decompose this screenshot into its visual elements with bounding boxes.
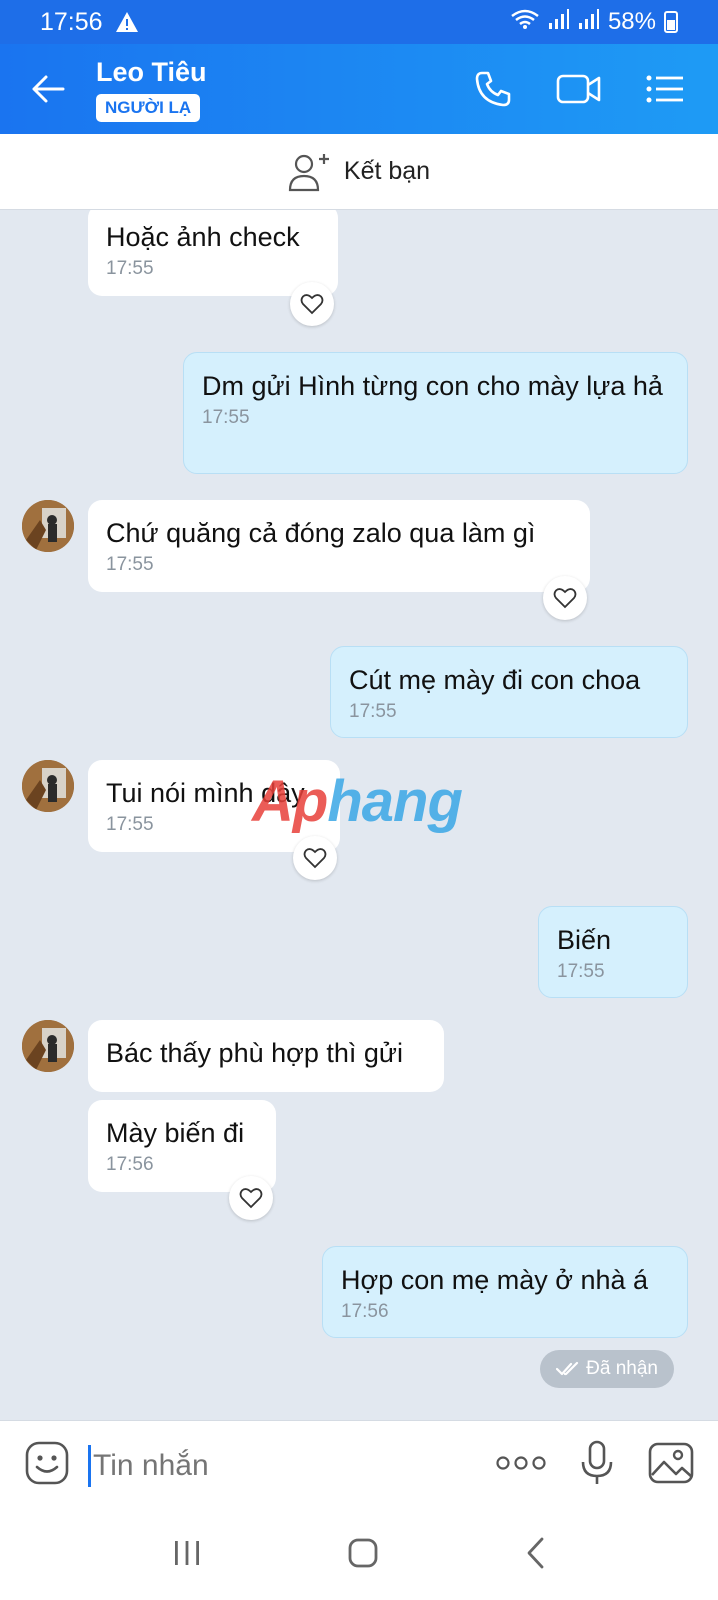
phone-call-button[interactable] <box>470 66 516 112</box>
add-friend-label: Kết bạn <box>343 157 431 185</box>
message-input[interactable] <box>93 1448 433 1483</box>
read-receipt-label: Đã nhận <box>586 1358 658 1379</box>
message-text: Hoặc ảnh check <box>106 222 300 252</box>
react-button[interactable] <box>543 576 587 620</box>
message-time: 17:56 <box>341 1301 389 1322</box>
heart-icon <box>553 588 577 609</box>
signal-icon <box>548 8 570 37</box>
menu-icon <box>646 75 683 103</box>
watermark-part-2: hang <box>327 769 463 834</box>
chat-header: Leo Tiêu NGƯỜI LẠ <box>0 44 718 134</box>
double-check-icon <box>556 1361 579 1376</box>
message-text: Biến <box>557 925 612 955</box>
nav-back-button[interactable] <box>524 1536 546 1575</box>
message-bubble-outgoing[interactable]: Hợp con mẹ mày ở nhà á 17:56 <box>322 1246 688 1338</box>
warning-icon <box>115 11 139 33</box>
message-text: Dm gửi Hình từng con cho mày lựa hả <box>202 371 663 401</box>
watermark-logo: Aphang <box>252 768 463 835</box>
heart-icon <box>303 848 327 869</box>
contact-avatar[interactable] <box>22 1020 74 1072</box>
status-bar: 17:56 58% <box>0 0 718 44</box>
message-time: 17:56 <box>106 1154 154 1175</box>
message-text: Mày biến đi <box>106 1118 245 1148</box>
message-bubble-incoming[interactable]: Bác thấy phù hợp thì gửi <box>88 1020 444 1092</box>
emoji-button[interactable] <box>24 1440 70 1491</box>
message-text: Hợp con mẹ mày ở nhà á <box>341 1265 649 1295</box>
text-caret <box>88 1444 91 1487</box>
composer-actions <box>496 1440 694 1491</box>
video-call-icon <box>556 74 601 104</box>
photo-button[interactable] <box>648 1442 694 1489</box>
message-list[interactable]: Hoặc ảnh check 17:55 Dm gửi Hình từng co… <box>0 210 718 1420</box>
nav-home-button[interactable] <box>347 1537 379 1574</box>
wifi-icon <box>510 8 540 37</box>
message-time: 17:55 <box>557 961 605 982</box>
image-icon <box>648 1442 694 1484</box>
message-text: Bác thấy phù hợp thì gửi <box>106 1038 403 1068</box>
microphone-icon <box>581 1440 613 1484</box>
contact-avatar[interactable] <box>22 500 74 552</box>
add-friend-button[interactable]: Kết bạn <box>0 134 718 210</box>
back-arrow-icon <box>32 75 65 103</box>
header-actions <box>470 66 718 112</box>
react-button[interactable] <box>290 282 334 326</box>
contact-avatar[interactable] <box>22 760 74 812</box>
message-time: 17:55 <box>106 554 154 575</box>
phone-icon <box>475 71 511 107</box>
more-button[interactable] <box>496 1455 546 1476</box>
more-icon <box>496 1456 546 1470</box>
react-button[interactable] <box>293 836 337 880</box>
read-receipt: Đã nhận <box>540 1350 674 1388</box>
message-time: 17:55 <box>106 258 154 279</box>
status-indicators: 58% <box>510 8 678 37</box>
contact-info[interactable]: Leo Tiêu NGƯỜI LẠ <box>96 57 207 122</box>
nav-recents-icon <box>175 1540 200 1565</box>
emoji-icon <box>25 1441 69 1485</box>
message-time: 17:55 <box>349 701 397 722</box>
nav-back-icon <box>527 1537 544 1568</box>
voice-button[interactable] <box>580 1440 614 1491</box>
message-text: Chứ quăng cả đóng zalo qua làm gì <box>106 518 536 548</box>
battery-icon <box>664 11 678 33</box>
heart-icon <box>239 1188 263 1209</box>
message-time: 17:55 <box>202 407 250 428</box>
message-bubble-incoming[interactable]: Hoặc ảnh check 17:55 <box>88 210 338 296</box>
watermark-part-1: Ap <box>252 769 328 834</box>
message-text: Cút mẹ mày đi con choa <box>349 665 641 695</box>
nav-recents-button[interactable] <box>172 1539 202 1572</box>
message-bubble-incoming[interactable]: Chứ quăng cả đóng zalo qua làm gì 17:55 <box>88 500 590 592</box>
heart-icon <box>300 294 324 315</box>
back-button[interactable] <box>0 44 96 134</box>
stranger-badge: NGƯỜI LẠ <box>96 93 201 122</box>
message-composer <box>0 1420 718 1510</box>
nav-home-icon <box>348 1538 378 1567</box>
message-bubble-outgoing[interactable]: Cút mẹ mày đi con choa 17:55 <box>330 646 688 738</box>
contact-name: Leo Tiêu <box>96 56 207 87</box>
message-bubble-outgoing[interactable]: Biến 17:55 <box>538 906 688 998</box>
battery-percent: 58% <box>607 8 656 35</box>
video-call-button[interactable] <box>556 66 602 112</box>
system-nav-bar <box>0 1510 718 1600</box>
react-button[interactable] <box>229 1176 273 1220</box>
status-time: 17:56 <box>40 7 103 36</box>
chat-menu-button[interactable] <box>642 66 688 112</box>
signal-icon-2 <box>578 8 600 37</box>
add-friend-icon <box>288 153 329 191</box>
message-bubble-outgoing[interactable]: Dm gửi Hình từng con cho mày lựa hả 17:5… <box>183 352 688 474</box>
